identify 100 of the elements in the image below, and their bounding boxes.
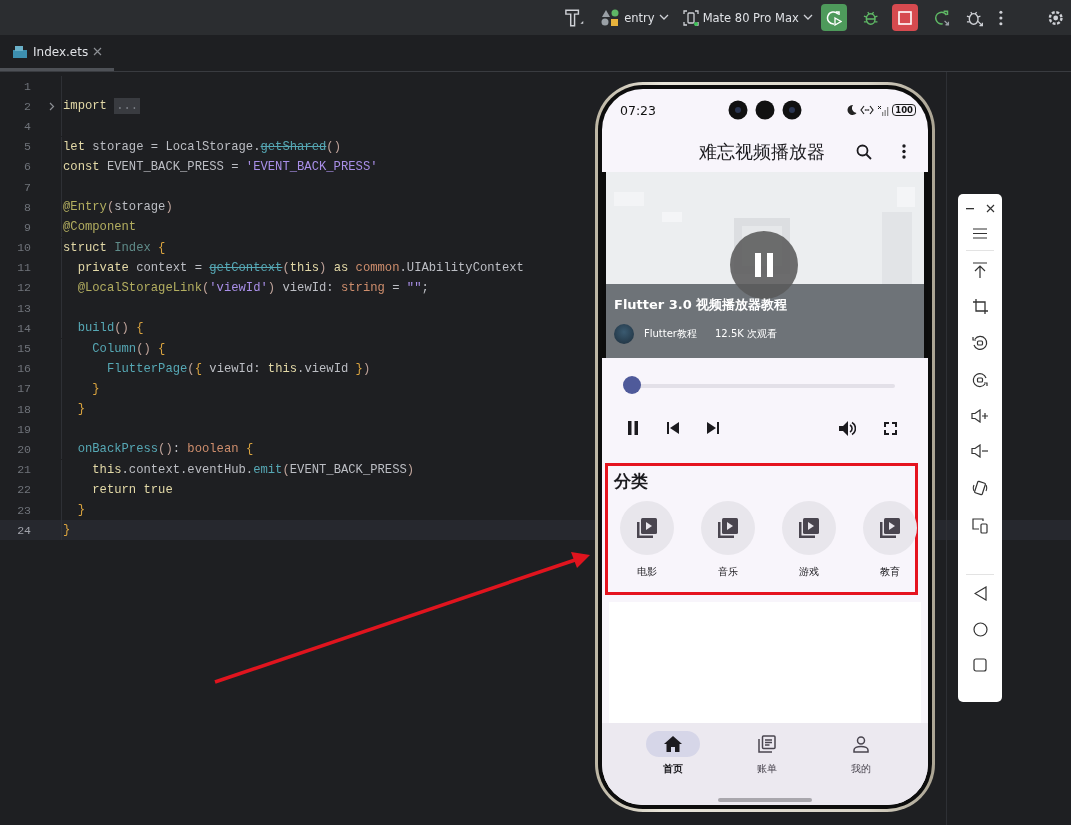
document-stack-icon bbox=[758, 735, 776, 753]
code-line: } bbox=[76, 503, 85, 518]
line-number: 23 bbox=[16, 503, 31, 517]
line-number: 19 bbox=[16, 422, 31, 436]
stop-icon bbox=[897, 9, 914, 26]
code-line: return true bbox=[91, 482, 173, 497]
home-icon bbox=[664, 736, 682, 752]
expand-icon[interactable] bbox=[49, 101, 55, 111]
minimize-icon[interactable] bbox=[965, 207, 974, 210]
line-number: 17 bbox=[16, 382, 31, 396]
chevron-down-icon bbox=[802, 14, 813, 21]
line-number: 9 bbox=[23, 220, 31, 234]
battery-level: 100 bbox=[892, 104, 916, 116]
file-tab[interactable]: Index.ets bbox=[0, 35, 115, 71]
code-line: } bbox=[76, 402, 85, 417]
line-number: 18 bbox=[16, 402, 31, 416]
more-icon[interactable] bbox=[902, 144, 906, 159]
category-label: 电影 bbox=[637, 565, 657, 579]
rerun-icon bbox=[825, 9, 842, 26]
arrow-up-icon[interactable] bbox=[973, 262, 987, 278]
back-icon[interactable] bbox=[973, 586, 987, 601]
line-number: 5 bbox=[23, 140, 31, 154]
nav-item[interactable]: 首页 bbox=[638, 731, 708, 795]
code-line: @Component bbox=[63, 220, 137, 235]
hotspot-icon bbox=[860, 105, 875, 115]
device-dropdown[interactable]: Mate 80 Pro Max bbox=[682, 9, 813, 26]
camera-cutout-icon bbox=[728, 100, 802, 120]
line-number: 21 bbox=[16, 463, 31, 477]
person-icon bbox=[853, 735, 869, 753]
category-label: 游戏 bbox=[799, 565, 819, 579]
line-number: 4 bbox=[23, 119, 31, 133]
video-library-icon bbox=[878, 516, 902, 540]
slider-thumb[interactable] bbox=[623, 375, 641, 394]
chevron-down-icon bbox=[658, 14, 669, 21]
video-library-icon bbox=[797, 516, 821, 540]
multi-device-icon[interactable] bbox=[972, 518, 988, 534]
volume-up-icon[interactable] bbox=[971, 409, 989, 423]
code-line: } bbox=[91, 381, 100, 396]
pause-icon[interactable] bbox=[627, 421, 639, 435]
line-number: 20 bbox=[16, 442, 31, 456]
line-number: 24 bbox=[16, 523, 31, 537]
search-icon[interactable] bbox=[856, 143, 872, 160]
category-button[interactable] bbox=[863, 501, 917, 555]
section-title: 分类 bbox=[614, 470, 649, 493]
code-line: build() { bbox=[76, 321, 144, 336]
view-count: 12.5K 次观看 bbox=[715, 327, 777, 341]
rotate-right-icon[interactable] bbox=[972, 372, 988, 388]
close-icon[interactable] bbox=[93, 47, 103, 56]
nav-item[interactable]: 账单 bbox=[732, 731, 802, 795]
code-line: let storage = LocalStorage.getShared() bbox=[63, 139, 341, 154]
channel-name: Flutter教程 bbox=[644, 327, 697, 341]
line-number: 12 bbox=[16, 281, 31, 295]
recents-icon[interactable] bbox=[973, 658, 987, 672]
video-library-icon bbox=[716, 516, 740, 540]
line-number: 6 bbox=[23, 160, 31, 174]
line-number: 8 bbox=[23, 200, 31, 214]
line-number: 1 bbox=[23, 79, 31, 93]
line-number: 22 bbox=[16, 483, 31, 497]
crop-icon[interactable] bbox=[972, 299, 988, 314]
skip-previous-icon[interactable] bbox=[667, 422, 679, 434]
volume-down-icon[interactable] bbox=[971, 444, 989, 458]
stop-button[interactable] bbox=[892, 4, 919, 31]
fullscreen-icon[interactable] bbox=[884, 421, 897, 435]
line-number: 10 bbox=[16, 241, 31, 255]
settings-icon[interactable] bbox=[1046, 8, 1064, 27]
rotate-left-icon[interactable] bbox=[972, 335, 988, 351]
video-title: Flutter 3.0 视频播放器教程 bbox=[614, 296, 788, 314]
rotate-device-icon[interactable] bbox=[972, 479, 988, 497]
skip-next-icon[interactable] bbox=[707, 422, 719, 434]
more-icon[interactable] bbox=[997, 9, 1004, 26]
hammer-icon[interactable] bbox=[563, 7, 585, 28]
code-line: @Entry(storage) bbox=[63, 200, 173, 215]
line-number: 2 bbox=[23, 99, 31, 113]
module-dropdown[interactable]: entry bbox=[600, 8, 669, 27]
line-number: 13 bbox=[16, 301, 31, 315]
rerun-button[interactable] bbox=[820, 4, 847, 31]
file-icon bbox=[12, 44, 28, 59]
line-number: 16 bbox=[16, 362, 31, 376]
volume-icon[interactable] bbox=[839, 420, 856, 436]
menu-icon[interactable] bbox=[973, 228, 987, 239]
device-icon bbox=[682, 9, 699, 26]
module-icon bbox=[600, 8, 621, 27]
tab-label: Index.ets bbox=[33, 44, 89, 59]
home-circle-icon[interactable] bbox=[972, 622, 988, 637]
app-title: 难忘视频播放器 bbox=[699, 139, 825, 164]
close-icon[interactable] bbox=[985, 204, 995, 213]
code-line: this.context.eventHub.emit(EVENT_BACK_PRESS) bbox=[91, 462, 415, 477]
code-line: Column() { bbox=[91, 341, 166, 356]
line-number: 7 bbox=[23, 180, 31, 194]
signal-icon bbox=[877, 104, 890, 116]
code-line: } bbox=[63, 523, 71, 538]
nav-item[interactable]: 我的 bbox=[826, 731, 896, 795]
line-number: 14 bbox=[16, 321, 31, 335]
code-line: private context = getContext(this) as common.UIAbilityContext bbox=[76, 260, 524, 275]
reload-icon[interactable] bbox=[933, 8, 951, 27]
video-library-icon bbox=[635, 516, 659, 540]
code-line: @LocalStorageLink('viewId') viewId: string = ""; bbox=[76, 280, 429, 295]
line-number: 11 bbox=[16, 261, 31, 275]
category-label: 教育 bbox=[880, 565, 900, 579]
code-line: import ... bbox=[63, 99, 141, 114]
